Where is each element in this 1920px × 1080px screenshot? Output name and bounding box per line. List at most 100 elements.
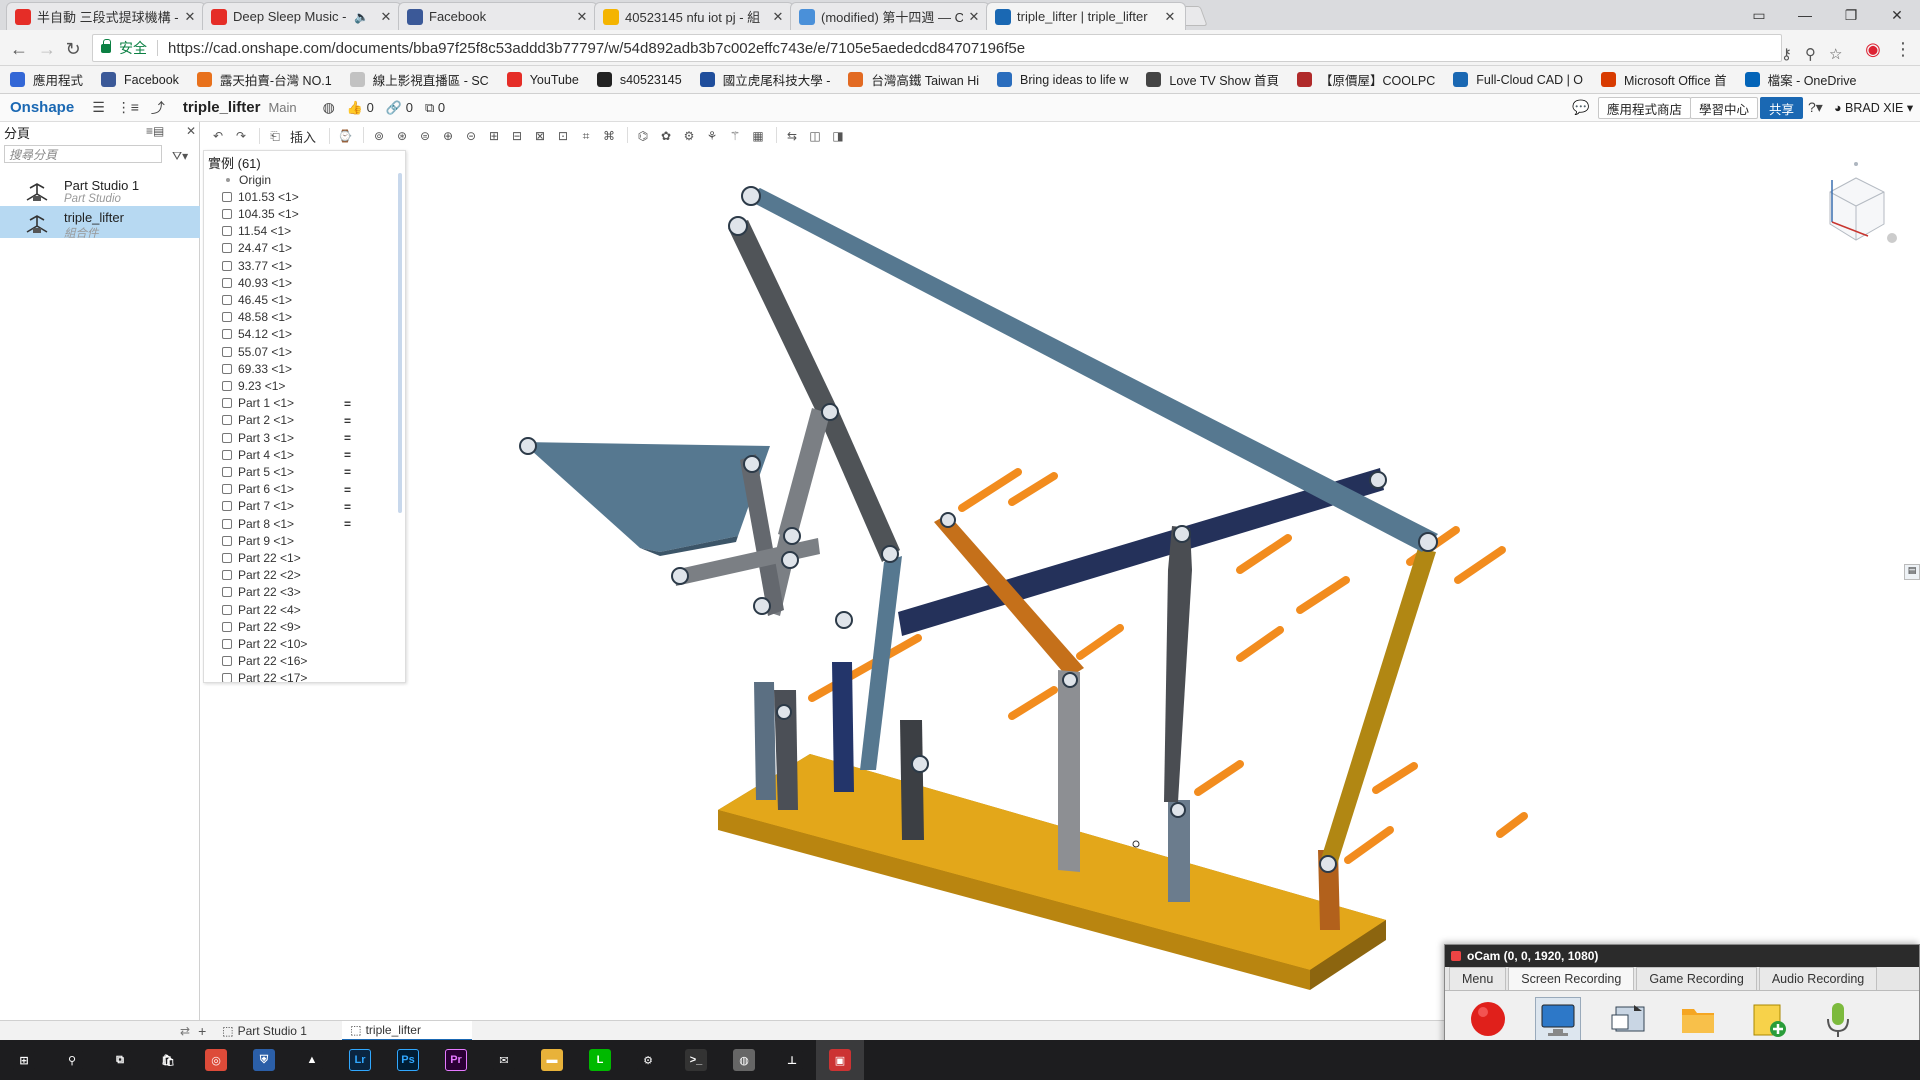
instance-row[interactable]: 101.53 <1> xyxy=(222,188,299,205)
user-menu[interactable]: ◕ BRAD XIE ▾ xyxy=(1834,100,1913,115)
taskbar-explorer[interactable]: ▬ xyxy=(528,1040,576,1080)
instance-row[interactable]: Part 8 <1> xyxy=(222,515,294,532)
taskbar-premiere[interactable]: Pr xyxy=(432,1040,480,1080)
browser-tab[interactable]: 半自動 三段式提球機構 - ✕ xyxy=(6,2,206,30)
browser-tab[interactable]: Facebook ✕ xyxy=(398,2,598,30)
extension-icon[interactable]: ◉ xyxy=(1862,38,1884,60)
links-counter[interactable]: 🔗 0 xyxy=(386,100,413,116)
globe-icon[interactable]: ◍ xyxy=(323,99,335,116)
ocam-tab[interactable]: Audio Recording xyxy=(1758,967,1878,990)
search-icon[interactable]: ⚲ xyxy=(1805,45,1816,63)
mate-revolute-icon[interactable]: ⊛ xyxy=(392,127,412,145)
instance-row[interactable]: Part 22 <3> xyxy=(222,584,301,601)
instance-row[interactable]: Part 3 <1> xyxy=(222,429,294,446)
bookmark-item[interactable]: 國立虎尾科技大學 - xyxy=(699,70,830,89)
help-icon[interactable]: ?▾ xyxy=(1808,99,1823,116)
insert-icon[interactable]: ⎗ xyxy=(265,127,285,145)
taskbar-lightroom[interactable]: Lr xyxy=(336,1040,384,1080)
onshape-logo[interactable]: Onshape xyxy=(10,99,74,116)
hamburger-icon[interactable]: ☰ xyxy=(92,99,105,116)
instance-row[interactable]: Part 22 <16> xyxy=(222,653,307,670)
gear-relation-icon[interactable]: ✿ xyxy=(656,127,676,145)
undo-icon[interactable]: ↶ xyxy=(208,127,228,145)
bookmark-item[interactable]: Love TV Show 首頁 xyxy=(1146,70,1279,89)
profile-icon[interactable]: ▭ xyxy=(1736,0,1782,30)
mate-pin-slot-icon[interactable]: ⊞ xyxy=(484,127,504,145)
instance-row[interactable]: Part 9 <1> xyxy=(222,532,294,549)
taskbar-photoshop[interactable]: Ps xyxy=(384,1040,432,1080)
bookmark-item[interactable]: Microsoft Office 首 xyxy=(1601,70,1727,89)
linear-relation-icon[interactable]: ⚚ xyxy=(725,127,745,145)
instance-row[interactable]: 48.58 <1> xyxy=(222,309,292,326)
replicate-icon[interactable]: ⌗ xyxy=(576,127,596,145)
configuration-icon[interactable]: = xyxy=(344,483,351,497)
redo-icon[interactable]: ↷ xyxy=(231,127,251,145)
view-cube[interactable] xyxy=(1829,162,1897,243)
clock-icon[interactable]: ⌚ xyxy=(335,127,355,145)
bookmark-item[interactable]: 露天拍賣-台灣 NO.1 xyxy=(196,70,332,89)
instance-row[interactable]: 54.12 <1> xyxy=(222,326,292,343)
mate-planar-icon[interactable]: ⊕ xyxy=(438,127,458,145)
group-icon[interactable]: ⌘ xyxy=(599,127,619,145)
instance-row[interactable]: Part 4 <1> xyxy=(222,446,294,463)
taskbar-mail[interactable]: ✉ xyxy=(480,1040,528,1080)
bookmark-item[interactable]: Bring ideas to life w xyxy=(997,72,1128,87)
insert-button[interactable]: 插入 xyxy=(290,127,316,146)
taskbar-chrome[interactable]: ◎ xyxy=(192,1040,240,1080)
app-store-button[interactable]: 應用程式商店 xyxy=(1598,97,1692,119)
close-tab-icon[interactable]: ✕ xyxy=(771,9,785,25)
ocam-tab[interactable]: Screen Recording xyxy=(1508,967,1635,990)
instance-row[interactable]: Part 5 <1> xyxy=(222,463,294,480)
tab-triple-lifter[interactable]: ⬚ triple_lifter xyxy=(342,1020,473,1041)
upright-link-lower[interactable] xyxy=(822,414,900,562)
post[interactable] xyxy=(1058,670,1080,872)
share-button[interactable]: 共享 xyxy=(1760,97,1804,119)
copies-counter[interactable]: ⧉ 0 xyxy=(425,100,445,116)
bookmark-item[interactable]: 台灣高鐵 Taiwan Hi xyxy=(848,70,979,89)
instance-row[interactable]: 11.54 <1> xyxy=(222,223,291,240)
section-icon[interactable]: ◫ xyxy=(805,127,825,145)
configuration-icon[interactable]: = xyxy=(344,448,351,462)
display-state-icon[interactable]: ⇆ xyxy=(782,127,802,145)
learning-center-button[interactable]: 學習中心 xyxy=(1690,97,1759,119)
instance-row[interactable]: 33.77 <1> xyxy=(222,257,292,274)
mate-cylindrical-icon[interactable]: ⊝ xyxy=(461,127,481,145)
view-menu-icon[interactable] xyxy=(1887,233,1897,243)
tab-manager-icon[interactable]: ⇄ xyxy=(180,1024,190,1038)
forward-icon[interactable]: → xyxy=(36,38,58,60)
instance-row[interactable]: 9.23 <1> xyxy=(222,377,285,394)
middle-link[interactable] xyxy=(778,408,830,540)
minimize-button[interactable]: — xyxy=(1782,0,1828,30)
configuration-icon[interactable]: = xyxy=(344,517,351,531)
pattern-icon[interactable]: ⌬ xyxy=(633,127,653,145)
instance-row[interactable]: Part 22 <1> xyxy=(222,549,301,566)
taskbar-settings[interactable]: ⚙ xyxy=(624,1040,672,1080)
graphics-viewport[interactable]: ▤ xyxy=(200,150,1920,1020)
filter-icon[interactable]: ⛛▾ xyxy=(172,149,188,164)
side-panel-toggle-icon[interactable]: ▤ xyxy=(1904,564,1920,580)
browser-tab[interactable]: Deep Sleep Music - 🔈 ✕ xyxy=(202,2,402,30)
taskbar-defender[interactable]: ⛨ xyxy=(240,1040,288,1080)
bookmark-item[interactable]: 應用程式 xyxy=(10,70,83,89)
mate-ball-icon[interactable]: ⊟ xyxy=(507,127,527,145)
instance-row[interactable]: Part 22 <9> xyxy=(222,618,301,635)
measure-icon[interactable]: ⊡ xyxy=(553,127,573,145)
add-tab-icon[interactable]: + xyxy=(198,1023,206,1039)
instance-row[interactable]: Part 22 <2> xyxy=(222,567,301,584)
taskbar-ocam[interactable]: ▣ xyxy=(816,1040,864,1080)
browser-tab[interactable]: (modified) 第十四週 — C ✕ xyxy=(790,2,990,30)
screw-relation-icon[interactable]: ⚘ xyxy=(702,127,722,145)
rear-gray-link[interactable] xyxy=(1164,526,1192,802)
comment-icon[interactable]: 💬 xyxy=(1572,99,1589,116)
sidebar-item-part-studio-1[interactable]: Part Studio 1 Part Studio xyxy=(0,174,200,206)
browser-tab[interactable]: 40523145 nfu iot pj - 組 ✕ xyxy=(594,2,794,30)
sidebar-item-triple_lifter[interactable]: triple_lifter 組合件 xyxy=(0,206,200,240)
taskbar-chart-app[interactable]: ⊥ xyxy=(768,1040,816,1080)
tab-search-input[interactable]: 搜尋分頁 xyxy=(4,145,162,163)
key-icon[interactable]: ⚷ xyxy=(1781,45,1792,63)
close-window-button[interactable]: ✕ xyxy=(1874,0,1920,30)
omnibox[interactable]: 安全 https://cad.onshape.com/documents/bba… xyxy=(92,34,1842,63)
origin-row[interactable]: Origin xyxy=(222,171,271,188)
bookmark-item[interactable]: Full-Cloud CAD | O xyxy=(1453,72,1583,87)
base-plate[interactable] xyxy=(718,754,1386,990)
